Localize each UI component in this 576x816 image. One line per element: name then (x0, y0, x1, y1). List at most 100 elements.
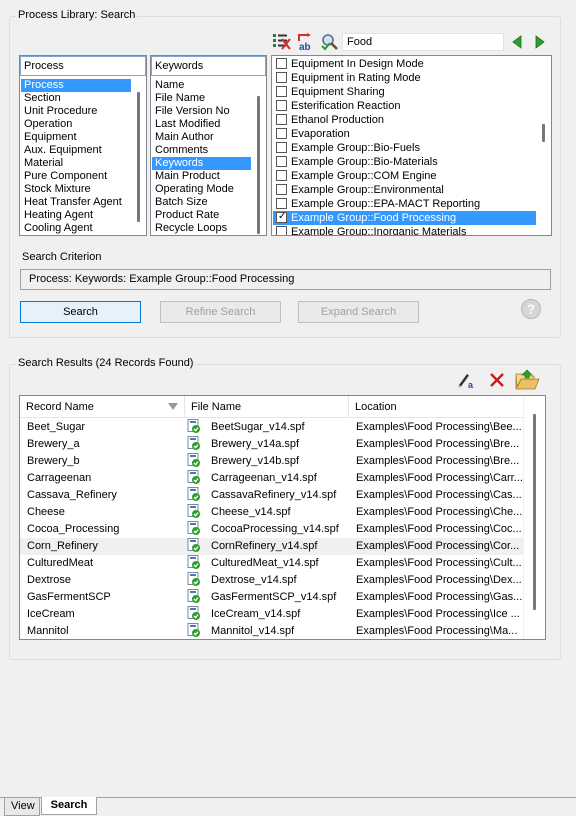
values-list-item[interactable]: Example Group::Bio-Materials (273, 155, 536, 169)
keywords-list-scroll-thumb[interactable] (257, 96, 260, 234)
values-list-item[interactable]: Equipment in Rating Mode (273, 71, 536, 85)
keywords-list-header: Keywords (151, 56, 266, 76)
values-list-item[interactable]: Esterification Reaction (273, 99, 536, 113)
value-checkbox[interactable] (276, 142, 287, 153)
keywords-list-item[interactable]: File Version No (152, 105, 251, 118)
keywords-list-item[interactable]: Name (152, 79, 251, 92)
process-file-icon (187, 606, 200, 620)
edit-icon[interactable]: a (457, 371, 475, 390)
keywords-list-item[interactable]: Keywords (152, 157, 251, 170)
results-grid[interactable]: Record Name File Name Location Beet_Suga… (19, 395, 546, 640)
keywords-list-item[interactable]: File Name (152, 92, 251, 105)
table-row[interactable]: GasFermentSCP GasFermentSCP_v14.spf Exampl… (20, 589, 524, 606)
table-row[interactable]: Beet_Sugar BeetSugar_v14.spf Examples\Food… (20, 419, 524, 436)
keywords-list-item[interactable]: Product Rate (152, 209, 251, 222)
table-row[interactable]: Mannitol Mannitol_v14.spf Examples\Food Pr… (20, 623, 524, 639)
process-list-item[interactable]: Equipment (21, 131, 131, 144)
value-checkbox[interactable] (276, 114, 287, 125)
values-list-item[interactable]: Example Group::Inorganic Materials (273, 225, 536, 235)
file-name-cell: Brewery_v14a.spf (187, 436, 347, 453)
value-checkbox[interactable] (276, 156, 287, 167)
value-checkbox[interactable] (276, 86, 287, 97)
help-icon[interactable]: ? (520, 298, 542, 320)
process-listbox[interactable]: Process Process Section Unit Procedure Oper… (19, 55, 147, 236)
next-arrow-icon[interactable] (533, 35, 547, 49)
column-header-file-name[interactable]: File Name (185, 396, 349, 418)
process-list-item[interactable]: Section (21, 92, 131, 105)
keywords-list-item[interactable]: Last Modified (152, 118, 251, 131)
values-list-item[interactable]: Example Group::Food Processing (273, 210, 536, 225)
table-row[interactable]: Cocoa_Processing CocoaProcessing_v14.spf E… (20, 521, 524, 538)
keywords-list-item[interactable]: Comments (152, 144, 251, 157)
values-list-item[interactable]: Example Group::COM Engine (273, 169, 536, 183)
table-row[interactable]: IceCream IceCream_v14.spf Examples\Food Pr… (20, 606, 524, 623)
results-scrollbar[interactable] (523, 396, 545, 639)
value-checkbox[interactable] (276, 210, 287, 224)
results-scroll-thumb[interactable] (533, 414, 536, 610)
values-list-item[interactable]: Equipment In Design Mode (273, 57, 536, 71)
table-row[interactable]: Cheese Cheese_v14.spf Examples\Food Proces… (20, 504, 524, 521)
ab-icon[interactable]: ab (296, 33, 316, 53)
value-checkbox[interactable] (276, 226, 287, 235)
process-list-item[interactable]: Pure Component (21, 170, 131, 183)
process-list-item[interactable]: Unit Procedure (21, 105, 131, 118)
values-list-item[interactable]: Evaporation (273, 127, 536, 141)
refine-search-button[interactable]: Refine Search (160, 301, 281, 323)
keywords-list-item[interactable]: Batch Size (152, 196, 251, 209)
table-row[interactable]: Corn_Refinery CornRefinery_v14.spf Example… (20, 538, 524, 555)
value-checkbox[interactable] (276, 100, 287, 111)
table-row[interactable]: Carrageenan Carrageenan_v14.spf Examples\F… (20, 470, 524, 487)
values-list-item[interactable]: Example Group::EPA-MACT Reporting (273, 197, 536, 211)
values-list-item[interactable]: Example Group::Environmental (273, 183, 536, 197)
value-checkbox[interactable] (276, 128, 287, 139)
values-list-item[interactable]: Ethanol Production (273, 113, 536, 127)
values-list-item[interactable]: Equipment Sharing (273, 85, 536, 99)
delete-icon[interactable] (489, 372, 505, 388)
column-header-location[interactable]: Location (349, 396, 524, 418)
search-input[interactable]: Food (342, 33, 504, 51)
value-checkbox[interactable] (276, 72, 287, 83)
values-list-item[interactable]: Example Group::Bio-Fuels (273, 141, 536, 155)
values-listbox[interactable]: Equipment In Design Mode Equipment in Rat… (271, 55, 552, 236)
table-row[interactable]: Brewery_a Brewery_v14a.spf Examples\Food P… (20, 436, 524, 453)
keywords-list-item[interactable]: Operating Mode (152, 183, 251, 196)
process-list-item[interactable]: Operation (21, 118, 131, 131)
table-row[interactable]: Dextrose Dextrose_v14.spf Examples\Food Pr… (20, 572, 524, 589)
table-row[interactable]: CulturedMeat CulturedMeat_v14.spf Examples… (20, 555, 524, 572)
sort-arrow-icon[interactable] (168, 403, 178, 411)
process-list-item[interactable]: Cooling Agent (21, 222, 131, 235)
process-list-item[interactable]: Aux. Equipment (21, 144, 131, 157)
value-checkbox[interactable] (276, 184, 287, 195)
table-row[interactable]: Brewery_b Brewery_v14b.spf Examples\Food P… (20, 453, 524, 470)
process-list-item[interactable]: Material (21, 157, 131, 170)
process-list-item[interactable]: Heat Transfer Agent (21, 196, 131, 209)
table-row[interactable]: Cassava_Refinery CassavaRefinery_v14.spf E… (20, 487, 524, 504)
tab-search[interactable]: Search (41, 797, 97, 815)
tab-view[interactable]: View (4, 798, 40, 816)
search-button[interactable]: Search (20, 301, 141, 323)
value-checkbox[interactable] (276, 198, 287, 209)
values-list-scroll-thumb[interactable] (542, 124, 545, 142)
file-name-text: Brewery_v14a.spf (211, 438, 300, 450)
keywords-list-scrollbar[interactable] (252, 78, 266, 235)
file-name-text: BeetSugar_v14.spf (211, 421, 305, 433)
process-list-item[interactable]: Process (21, 79, 131, 92)
search-check-icon[interactable] (320, 33, 340, 51)
prev-arrow-icon[interactable] (510, 35, 524, 49)
expand-search-button[interactable]: Expand Search (298, 301, 419, 323)
values-list-scrollbar[interactable] (537, 56, 551, 235)
keywords-list-item[interactable]: Recycle Loops (152, 222, 251, 235)
file-name-text: Brewery_v14b.spf (211, 455, 300, 467)
open-folder-icon[interactable] (515, 369, 541, 391)
keywords-list-item[interactable]: Main Product (152, 170, 251, 183)
column-header-record-name[interactable]: Record Name (20, 396, 185, 418)
clear-checks-icon[interactable] (272, 33, 292, 51)
keywords-list-item[interactable]: Main Author (152, 131, 251, 144)
process-list-item[interactable]: Stock Mixture (21, 183, 131, 196)
value-checkbox[interactable] (276, 170, 287, 181)
process-list-scrollbar[interactable] (132, 78, 146, 235)
process-list-scroll-thumb[interactable] (137, 92, 140, 222)
process-list-item[interactable]: Heating Agent (21, 209, 131, 222)
keywords-listbox[interactable]: Keywords Name File Name File Version No Las… (150, 55, 267, 236)
value-checkbox[interactable] (276, 58, 287, 69)
